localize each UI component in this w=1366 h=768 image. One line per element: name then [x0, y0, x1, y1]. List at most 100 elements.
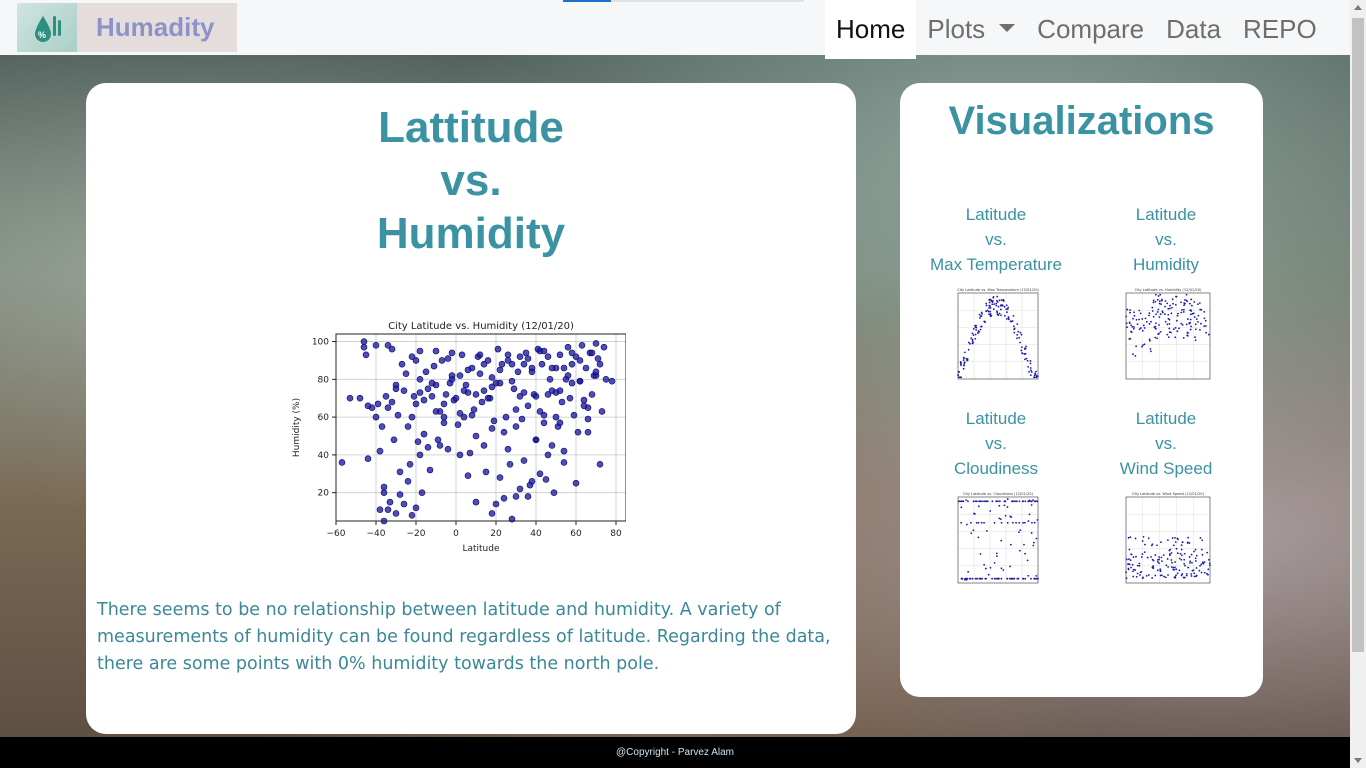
viz-thumb-cloudiness[interactable]: Latitude vs. Cloudiness City Latitude vs…	[911, 406, 1081, 597]
data-point	[494, 345, 502, 353]
data-point	[480, 387, 488, 394]
thumb-point	[1012, 315, 1015, 317]
thumb-point	[1035, 370, 1037, 373]
thumb-point	[1170, 552, 1173, 554]
thumb-point	[1000, 567, 1003, 570]
nav-compare[interactable]: Compare	[1026, 0, 1155, 59]
thumb-point	[1188, 322, 1191, 325]
viz-thumb-wind-speed[interactable]: Latitude vs. Wind Speed City Latitude vs…	[1081, 406, 1251, 597]
data-point	[468, 411, 476, 419]
data-point	[472, 391, 480, 398]
thumb-point	[1135, 575, 1138, 578]
data-point	[438, 357, 446, 364]
thumb-point	[1031, 521, 1033, 524]
data-point	[482, 468, 490, 476]
thumb-point	[1024, 577, 1027, 580]
thumb-point	[1159, 570, 1162, 573]
data-point	[384, 404, 392, 411]
viz-thumb-max-temperature[interactable]: Latitude vs. Max Temperature City Latitu…	[911, 202, 1081, 393]
thumb-point	[1152, 299, 1155, 302]
data-point	[440, 400, 448, 408]
thumb-point	[1000, 299, 1003, 302]
thumb-point	[1167, 566, 1170, 568]
data-point	[452, 394, 460, 402]
scrollbar-thumb[interactable]	[1352, 18, 1364, 652]
thumb-point	[1138, 562, 1141, 565]
thumb-point	[1159, 574, 1162, 577]
x-tick-label: 0	[453, 529, 459, 539]
viz-thumb-humidity[interactable]: Latitude vs. Humidity City Latitude vs. …	[1081, 202, 1251, 393]
data-point	[574, 428, 582, 436]
data-point	[456, 451, 464, 459]
thumb-point	[1026, 359, 1029, 362]
thumb-point	[1176, 572, 1179, 575]
thumb-point	[1030, 532, 1033, 534]
data-point	[396, 491, 404, 498]
data-point	[386, 498, 394, 506]
thumb-point	[1161, 298, 1163, 301]
thumb-point	[967, 500, 969, 503]
thumb-point	[960, 521, 963, 524]
data-point	[384, 506, 392, 513]
brand-link[interactable]: % Humadity	[17, 3, 237, 52]
thumb-point	[1151, 577, 1154, 579]
thumb-point	[1203, 571, 1206, 574]
data-point	[528, 478, 536, 485]
thumb-point	[1189, 318, 1192, 321]
thumb-point	[1024, 358, 1026, 361]
thumb-point	[1013, 328, 1015, 331]
data-point	[564, 343, 572, 351]
data-point	[546, 376, 554, 383]
thumb-point	[1163, 313, 1166, 316]
thumb-point	[1150, 556, 1152, 558]
y-axis-label: Humidity (%)	[292, 398, 302, 457]
x-tick-label: 20	[490, 529, 502, 539]
thumb-point	[1129, 536, 1132, 539]
thumb-point	[1188, 556, 1191, 558]
data-point	[346, 394, 354, 402]
thumb-point	[1021, 352, 1023, 354]
thumb-point	[1158, 324, 1160, 326]
svg-text:%: %	[38, 30, 46, 40]
thumb-point	[1183, 302, 1186, 304]
thumb-point	[1160, 556, 1163, 559]
nav-data[interactable]: Data	[1155, 0, 1232, 59]
data-point	[564, 372, 572, 379]
thumb-point	[979, 328, 982, 331]
thumb-frame	[957, 496, 1039, 584]
thumb-point	[1005, 318, 1008, 320]
data-point	[588, 391, 596, 398]
data-point	[542, 476, 550, 483]
data-point	[558, 398, 566, 406]
thumb-point	[1197, 314, 1200, 317]
thumb-point	[1175, 547, 1178, 550]
thumb-point	[971, 340, 974, 343]
nav-repo[interactable]: REPO	[1232, 0, 1328, 59]
scroll-down-arrow-icon[interactable]	[1354, 758, 1362, 763]
thumb-point	[1033, 521, 1036, 524]
thumb-point	[1004, 514, 1007, 517]
thumb-title: City Latitude vs. Max Temperature (12/01…	[957, 288, 1039, 292]
data-point	[524, 355, 532, 362]
nav-plots-dropdown[interactable]: Plots	[916, 0, 1026, 59]
thumb-point	[974, 333, 977, 336]
thumb-point	[1166, 302, 1169, 305]
footer: @Copyright - Parvez Alam	[0, 737, 1350, 768]
thumb-point	[1154, 336, 1157, 339]
x-tick-label: −20	[407, 529, 426, 539]
thumb-point	[1151, 566, 1154, 569]
thumb-point	[1181, 323, 1184, 326]
data-point	[490, 417, 498, 425]
data-point	[460, 387, 468, 394]
data-point	[470, 406, 478, 413]
scrollbar[interactable]	[1350, 0, 1366, 768]
thumb-point	[1138, 309, 1141, 312]
thumb-point	[1180, 301, 1182, 304]
nav-home[interactable]: Home	[825, 0, 917, 59]
brand-name: Humadity	[96, 12, 215, 42]
scroll-up-arrow-icon[interactable]	[1354, 5, 1362, 10]
data-point	[588, 349, 596, 357]
thumb-point	[1187, 566, 1189, 569]
thumb-point	[972, 327, 975, 330]
thumb-point	[1133, 326, 1135, 328]
